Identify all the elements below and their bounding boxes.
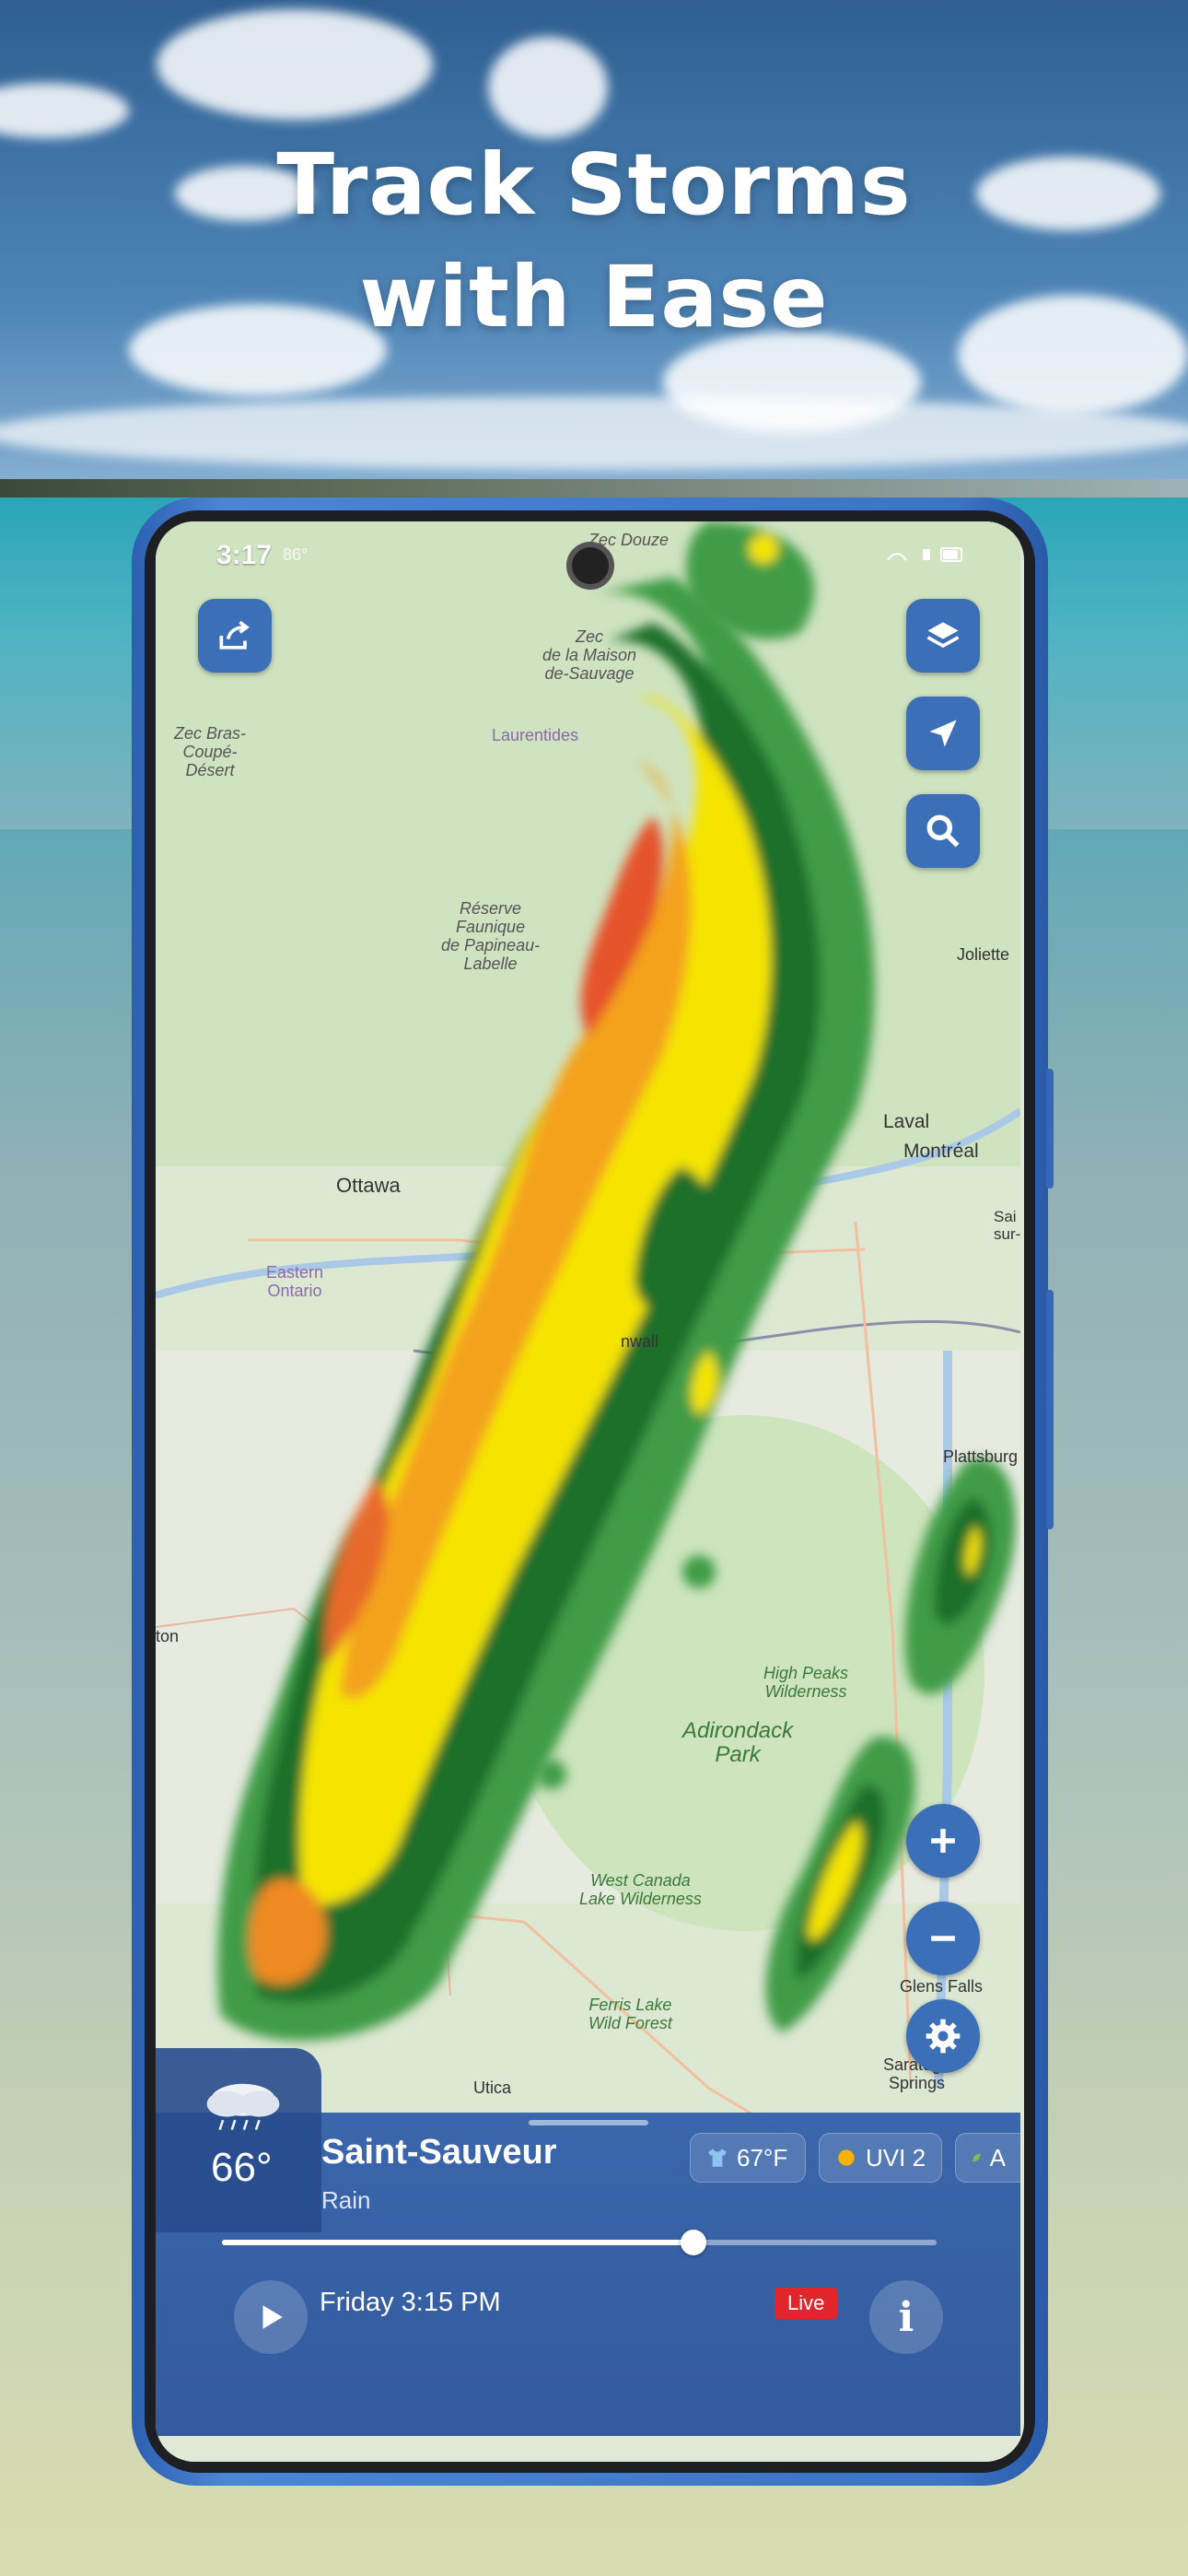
zoom-in-button[interactable] (906, 1804, 980, 1878)
map-label-eastern-ontario: Eastern Ontario (266, 1263, 324, 1300)
status-time: 3:17 (216, 540, 273, 570)
map-label-glens-falls: Glens Falls (900, 1977, 984, 1996)
air-quality-value: A (989, 2143, 1006, 2172)
air-quality-chip[interactable]: A (955, 2133, 1020, 2183)
leaf-icon (973, 2153, 981, 2162)
panel-drag-handle[interactable] (529, 2120, 648, 2125)
info-button[interactable]: i (869, 2280, 943, 2354)
volume-button (1046, 1069, 1054, 1188)
cloud-decor (488, 37, 608, 138)
locate-icon (929, 720, 957, 747)
headline: Track Storms with Ease (0, 129, 1188, 354)
zoom-in-icon (931, 1829, 955, 1853)
settings-icon (926, 2019, 961, 2054)
share-button[interactable] (198, 599, 272, 673)
current-temperature: 66° (211, 2145, 273, 2190)
map-label-cornwall: nwall (621, 1332, 659, 1351)
timeline-progress (222, 2240, 694, 2245)
status-bar: 3:17 86° (156, 521, 1024, 590)
headline-line-2: with Ease (359, 248, 829, 346)
map-label-high-peaks: High Peaks Wilderness (763, 1664, 849, 1701)
current-weather-tile: 66° (156, 2048, 321, 2232)
search-icon (926, 814, 960, 848)
map-label-joliette: Joliette (957, 945, 1010, 964)
map-label-ferris: Ferris Lake Wild Forest (588, 1996, 672, 2032)
layers-button[interactable] (906, 599, 980, 673)
map-label-montreal: Montréal (903, 1141, 979, 1162)
map-label-adirondack: Adirondack Park (682, 1718, 794, 1767)
phone-frame: Zec Douze Zec de la Maison de-Sauvage Ze… (132, 498, 1054, 2486)
timeline-knob[interactable] (681, 2230, 707, 2255)
share-icon (219, 620, 250, 650)
uvi-value: UVI 2 (866, 2143, 926, 2172)
timeline-slider[interactable] (222, 2230, 937, 2255)
rain-cloud-icon (206, 2083, 280, 2131)
headline-line-1: Track Storms (276, 135, 912, 234)
play-button[interactable] (234, 2280, 308, 2354)
sun-icon (838, 2149, 855, 2166)
feels-like-value: 67°F (737, 2143, 788, 2172)
map-label-saint-jean: Sai sur- (994, 1208, 1021, 1243)
map-label-zec-bras: Zec Bras- Coupé- Désert (174, 724, 247, 779)
shirt-icon (708, 2149, 727, 2167)
power-button (1046, 1290, 1054, 1529)
live-badge[interactable]: Live (775, 2288, 838, 2319)
map-label-utica: Utica (473, 2078, 512, 2097)
uvi-chip[interactable]: UVI 2 (819, 2133, 942, 2183)
status-icons (887, 547, 962, 562)
app-screen: Zec Douze Zec de la Maison de-Sauvage Ze… (156, 521, 1024, 2462)
timeline-time: Friday 3:15 PM (320, 2288, 501, 2317)
locate-button[interactable] (906, 697, 980, 770)
info-icon: i (898, 2293, 914, 2341)
status-temp: 86° (283, 545, 309, 564)
front-camera (566, 542, 614, 590)
map-label-ottawa: Ottawa (336, 1174, 401, 1197)
location-name: Saint-Sauveur (321, 2133, 557, 2172)
cloud-decor (157, 9, 433, 120)
weather-panel[interactable]: 66° Saint-Sauveur Rain 67°F UVI 2 A Frid… (156, 2048, 1020, 2436)
map-label-zec-maison: Zec de la Maison de-Sauvage (542, 627, 637, 683)
cloud-decor (0, 396, 1188, 470)
zoom-out-button[interactable] (906, 1902, 980, 1975)
play-icon (262, 2305, 283, 2329)
map-label-ton: ton (156, 1627, 180, 1645)
layers-icon (926, 622, 960, 649)
map-label-plattsburgh: Plattsburg (943, 1447, 1019, 1466)
zoom-out-icon (931, 1936, 955, 1941)
map-label-laval: Laval (883, 1111, 930, 1132)
feels-like-chip[interactable]: 67°F (690, 2133, 806, 2183)
map-label-laurentides: Laurentides (492, 726, 579, 744)
settings-button[interactable] (906, 1999, 980, 2073)
search-button[interactable] (906, 794, 980, 868)
map-label-reserve: Réserve Faunique de Papineau- Labelle (441, 899, 541, 973)
map-label-west-canada: West Canada Lake Wilderness (579, 1871, 702, 1908)
condition-text: Rain (321, 2186, 371, 2214)
